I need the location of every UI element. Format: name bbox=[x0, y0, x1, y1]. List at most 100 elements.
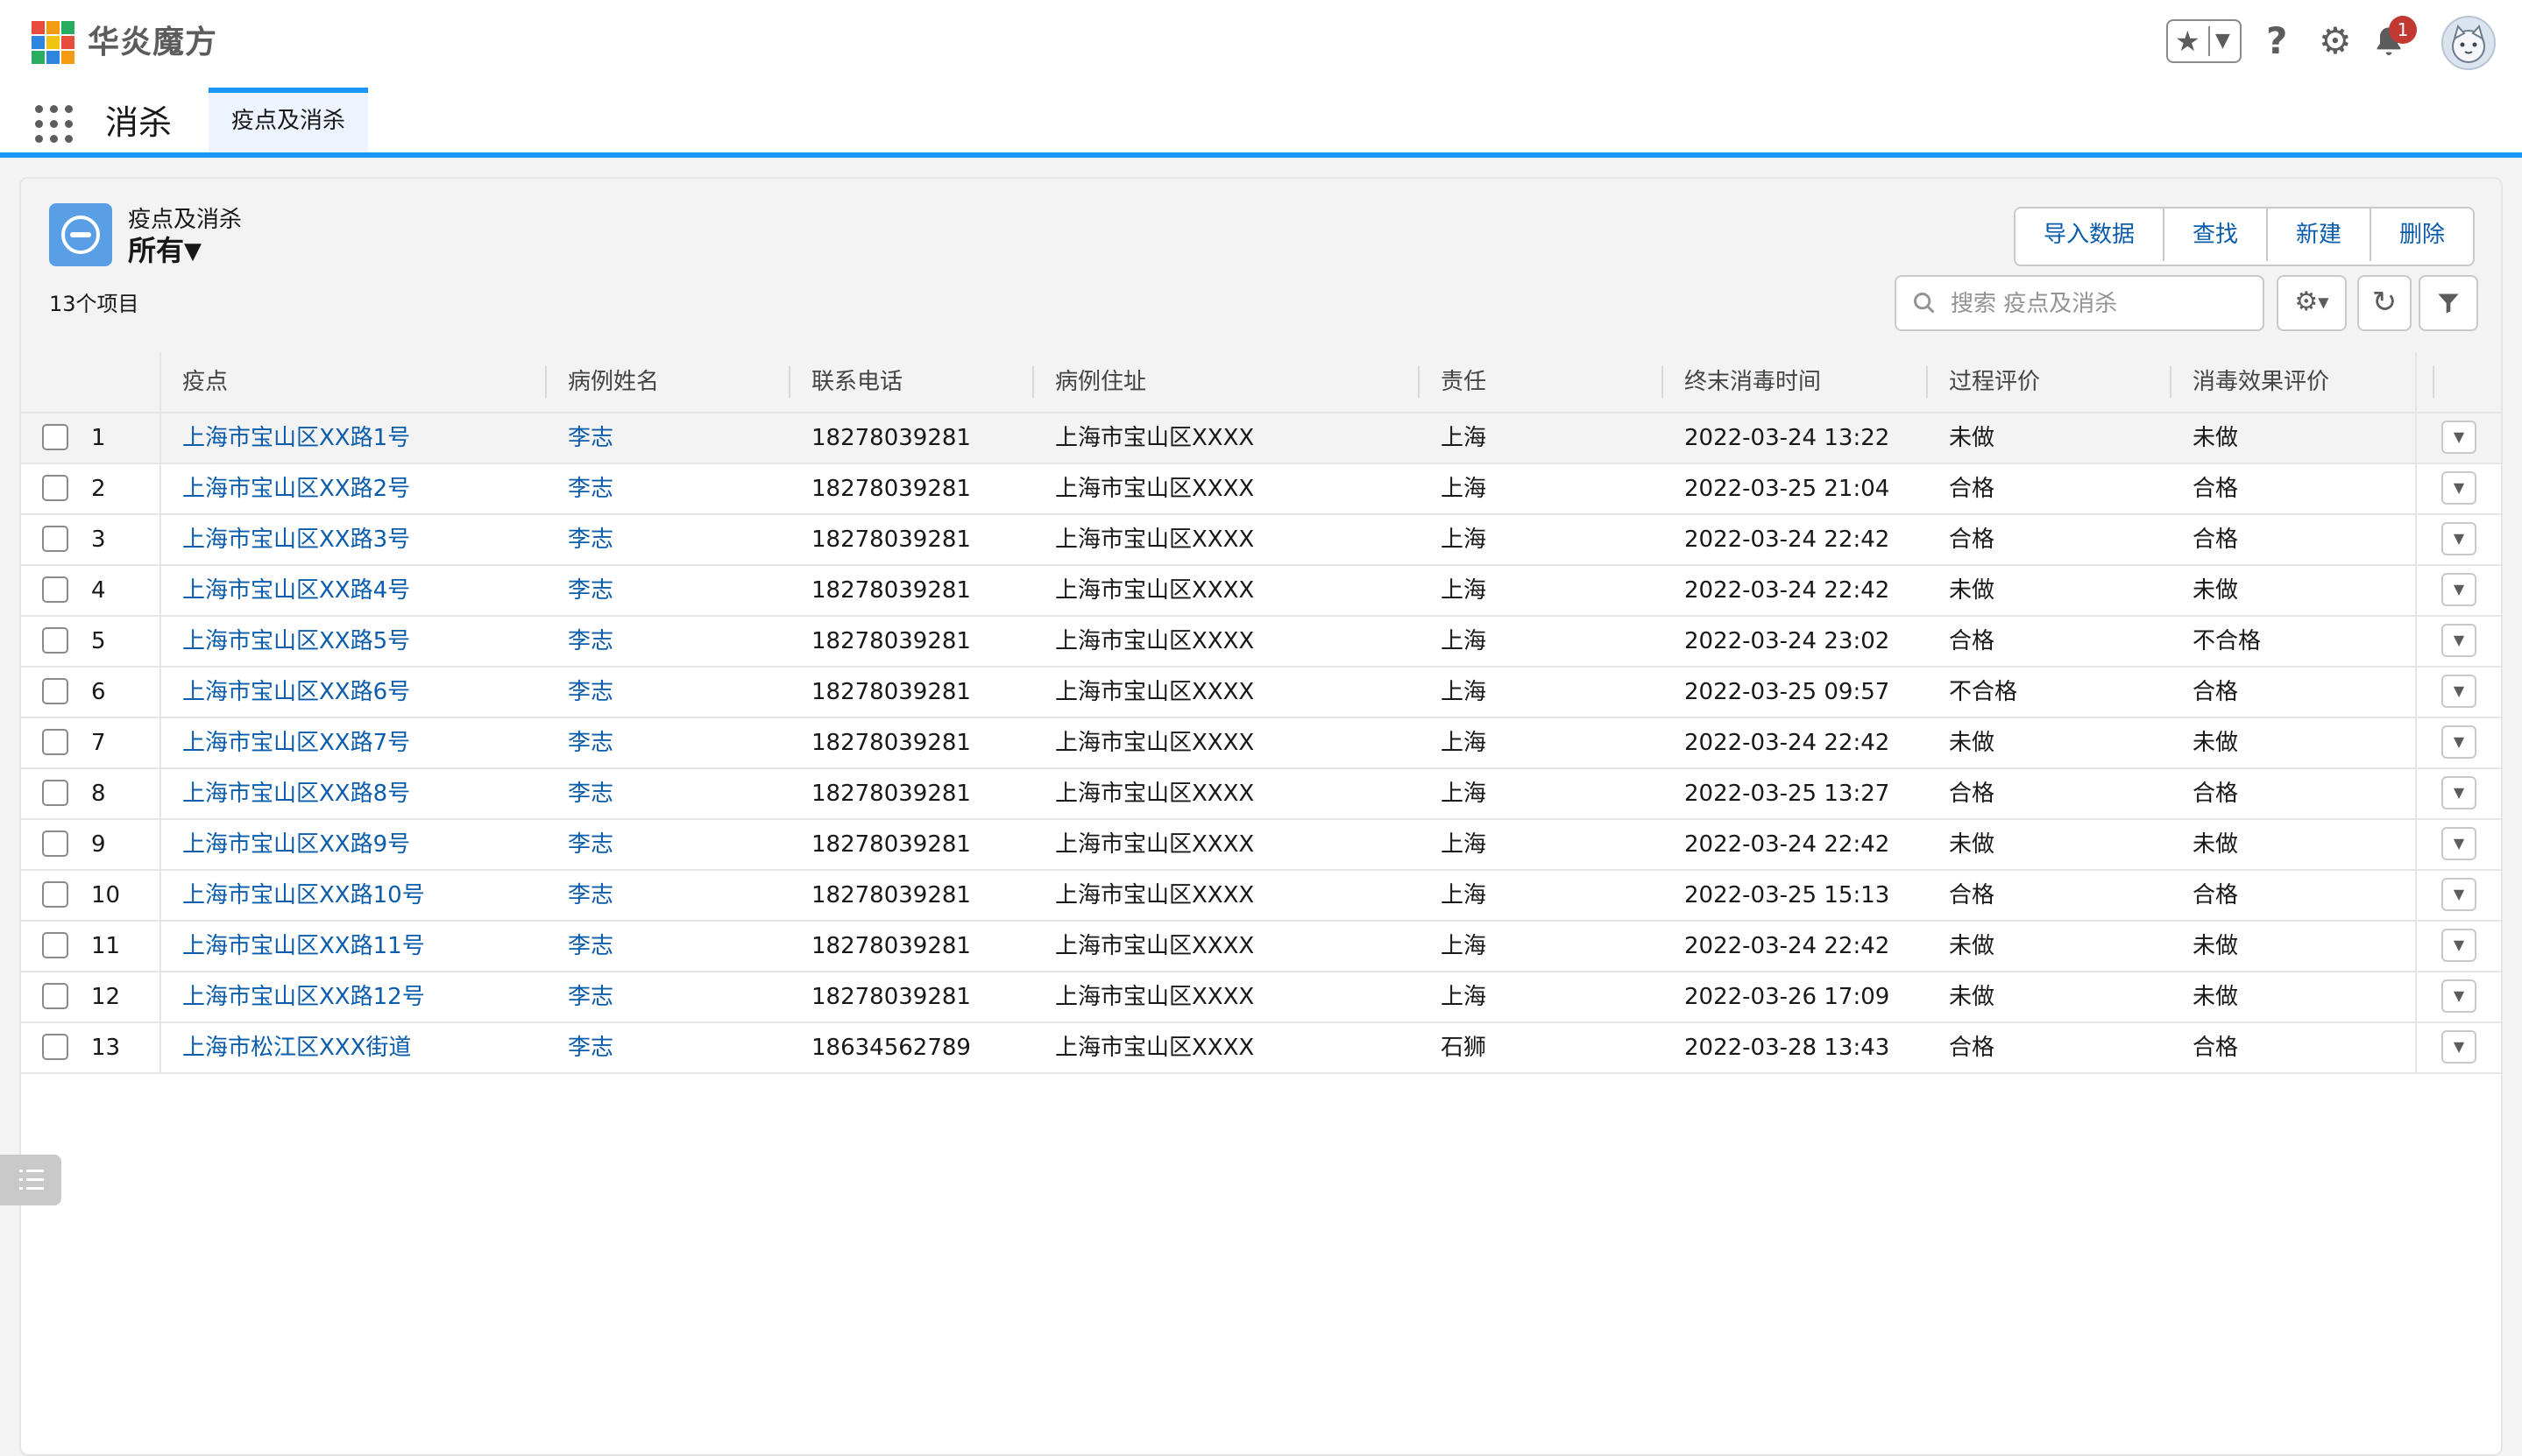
column-header[interactable]: 联系电话 bbox=[790, 352, 1034, 412]
delete-button[interactable]: 删除 bbox=[2371, 209, 2474, 261]
column-header[interactable]: 病例姓名 bbox=[547, 352, 790, 412]
brand-logo-icon[interactable] bbox=[32, 21, 75, 65]
chevron-down-icon: ▼ bbox=[2453, 886, 2465, 902]
row-actions-button[interactable]: ▼ bbox=[2441, 421, 2476, 454]
table-row: 7 上海市宝山区XX路7号 李志 18278039281 上海市宝山区XXXX 上海 202… bbox=[21, 718, 2501, 769]
site-link[interactable]: 上海市宝山区XX路11号 bbox=[161, 922, 547, 971]
case-name-link[interactable]: 李志 bbox=[547, 617, 790, 666]
column-divider bbox=[2415, 464, 2417, 513]
case-name-link[interactable]: 李志 bbox=[547, 972, 790, 1021]
row-checkbox[interactable] bbox=[42, 678, 68, 704]
column-header[interactable]: 过程评价 bbox=[1928, 352, 2171, 412]
column-header[interactable]: 责任 bbox=[1420, 352, 1663, 412]
case-name-link[interactable]: 李志 bbox=[547, 566, 790, 615]
list-view-selector[interactable]: 所有 bbox=[128, 233, 184, 268]
column-header[interactable]: 病例住址 bbox=[1034, 352, 1420, 412]
row-actions-button[interactable]: ▼ bbox=[2441, 675, 2476, 708]
site-link[interactable]: 上海市宝山区XX路4号 bbox=[161, 566, 547, 615]
row-number: 6 bbox=[91, 679, 106, 705]
favorites-button[interactable]: ★ ▼ bbox=[2166, 19, 2242, 63]
site-link[interactable]: 上海市宝山区XX路9号 bbox=[161, 820, 547, 869]
case-name-link[interactable]: 李志 bbox=[547, 668, 790, 717]
site-link[interactable]: 上海市宝山区XX路1号 bbox=[161, 413, 547, 463]
row-actions-button[interactable]: ▼ bbox=[2441, 929, 2476, 962]
chevron-down-icon: ▼ bbox=[2453, 479, 2465, 496]
row-actions-button[interactable]: ▼ bbox=[2441, 624, 2476, 657]
case-name-link[interactable]: 李志 bbox=[547, 413, 790, 463]
row-actions-button[interactable]: ▼ bbox=[2441, 979, 2476, 1013]
case-name-link[interactable]: 李志 bbox=[547, 922, 790, 971]
effect-evaluation-cell: 合格 bbox=[2193, 781, 2239, 807]
avatar[interactable] bbox=[2441, 16, 2496, 70]
phone-cell: 18278039281 bbox=[811, 730, 971, 756]
site-link[interactable]: 上海市宝山区XX路5号 bbox=[161, 617, 547, 666]
row-checkbox[interactable] bbox=[42, 1034, 68, 1060]
site-link[interactable]: 上海市宝山区XX路3号 bbox=[161, 515, 547, 564]
find-button[interactable]: 查找 bbox=[2164, 209, 2269, 261]
notification-badge: 1 bbox=[2389, 16, 2417, 44]
import-data-button[interactable]: 导入数据 bbox=[2015, 209, 2165, 261]
row-number: 4 bbox=[91, 577, 106, 604]
chevron-down-icon[interactable]: ▼ bbox=[2215, 26, 2230, 56]
site-link[interactable]: 上海市宝山区XX路7号 bbox=[161, 718, 547, 767]
search-input[interactable] bbox=[1949, 284, 2250, 324]
case-name-link[interactable]: 李志 bbox=[547, 1023, 790, 1072]
row-actions-button[interactable]: ▼ bbox=[2441, 522, 2476, 555]
row-actions-button[interactable]: ▼ bbox=[2441, 878, 2476, 911]
case-name-link[interactable]: 李志 bbox=[547, 769, 790, 818]
tab-epidemic-sites[interactable]: 疫点及消杀 bbox=[209, 88, 368, 152]
user-avatar-icon bbox=[2452, 24, 2485, 63]
help-icon[interactable]: ? bbox=[2266, 19, 2287, 63]
row-checkbox[interactable] bbox=[42, 780, 68, 806]
row-checkbox[interactable] bbox=[42, 830, 68, 857]
filter-button[interactable] bbox=[2419, 275, 2478, 331]
site-link[interactable]: 上海市宝山区XX路10号 bbox=[161, 871, 547, 920]
site-link[interactable]: 上海市宝山区XX路2号 bbox=[161, 464, 547, 513]
row-checkbox[interactable] bbox=[42, 627, 68, 654]
column-header[interactable]: 消毒效果评价 bbox=[2171, 352, 2434, 412]
row-actions-button[interactable]: ▼ bbox=[2441, 1030, 2476, 1064]
site-link[interactable]: 上海市宝山区XX路12号 bbox=[161, 972, 547, 1021]
side-panel-toggle[interactable] bbox=[0, 1155, 61, 1205]
notifications-button[interactable]: 1 bbox=[2368, 16, 2417, 63]
process-evaluation-cell: 不合格 bbox=[1949, 679, 2018, 705]
row-actions-button[interactable]: ▼ bbox=[2441, 776, 2476, 809]
site-link[interactable]: 上海市松江区XXX街道 bbox=[161, 1023, 547, 1072]
row-checkbox[interactable] bbox=[42, 729, 68, 755]
row-actions-button[interactable]: ▼ bbox=[2441, 573, 2476, 606]
column-header[interactable]: 终末消毒时间 bbox=[1663, 352, 1928, 412]
row-checkbox[interactable] bbox=[42, 475, 68, 501]
table-row: 10 上海市宝山区XX路10号 李志 18278039281 上海市宝山区XXXX 上海 2… bbox=[21, 871, 2501, 922]
row-checkbox[interactable] bbox=[42, 526, 68, 552]
row-checkbox[interactable] bbox=[42, 576, 68, 603]
row-checkbox[interactable] bbox=[42, 932, 68, 958]
effect-evaluation-cell: 未做 bbox=[2193, 730, 2239, 756]
new-button[interactable]: 新建 bbox=[2268, 209, 2372, 261]
gear-icon[interactable]: ⚙ bbox=[2319, 19, 2352, 63]
site-link[interactable]: 上海市宝山区XX路8号 bbox=[161, 769, 547, 818]
phone-cell: 18278039281 bbox=[811, 476, 971, 502]
case-name-link[interactable]: 李志 bbox=[547, 464, 790, 513]
row-number: 5 bbox=[91, 628, 106, 654]
search-box bbox=[1895, 275, 2264, 331]
row-checkbox[interactable] bbox=[42, 983, 68, 1009]
row-actions-button[interactable]: ▼ bbox=[2441, 471, 2476, 505]
case-name-link[interactable]: 李志 bbox=[547, 820, 790, 869]
app-launcher-icon[interactable] bbox=[35, 105, 75, 145]
row-actions-button[interactable]: ▼ bbox=[2441, 827, 2476, 860]
row-checkbox[interactable] bbox=[42, 881, 68, 908]
column-header[interactable]: 疫点 bbox=[161, 352, 547, 412]
list-settings-button[interactable]: ⚙▼ bbox=[2277, 275, 2347, 331]
chevron-down-icon[interactable]: ▼ bbox=[184, 237, 202, 266]
refresh-button[interactable]: ↻ bbox=[2357, 275, 2412, 331]
case-name-link[interactable]: 李志 bbox=[547, 718, 790, 767]
row-actions-button[interactable]: ▼ bbox=[2441, 725, 2476, 759]
case-name-link[interactable]: 李志 bbox=[547, 871, 790, 920]
site-link[interactable]: 上海市宝山区XX路6号 bbox=[161, 668, 547, 717]
case-name-link[interactable]: 李志 bbox=[547, 515, 790, 564]
address-cell: 上海市宝山区XXXX bbox=[1055, 984, 1255, 1010]
column-divider bbox=[2415, 820, 2417, 869]
chevron-down-icon: ▼ bbox=[2453, 1038, 2465, 1055]
row-checkbox[interactable] bbox=[42, 424, 68, 450]
chevron-down-icon: ▼ bbox=[2453, 987, 2465, 1004]
